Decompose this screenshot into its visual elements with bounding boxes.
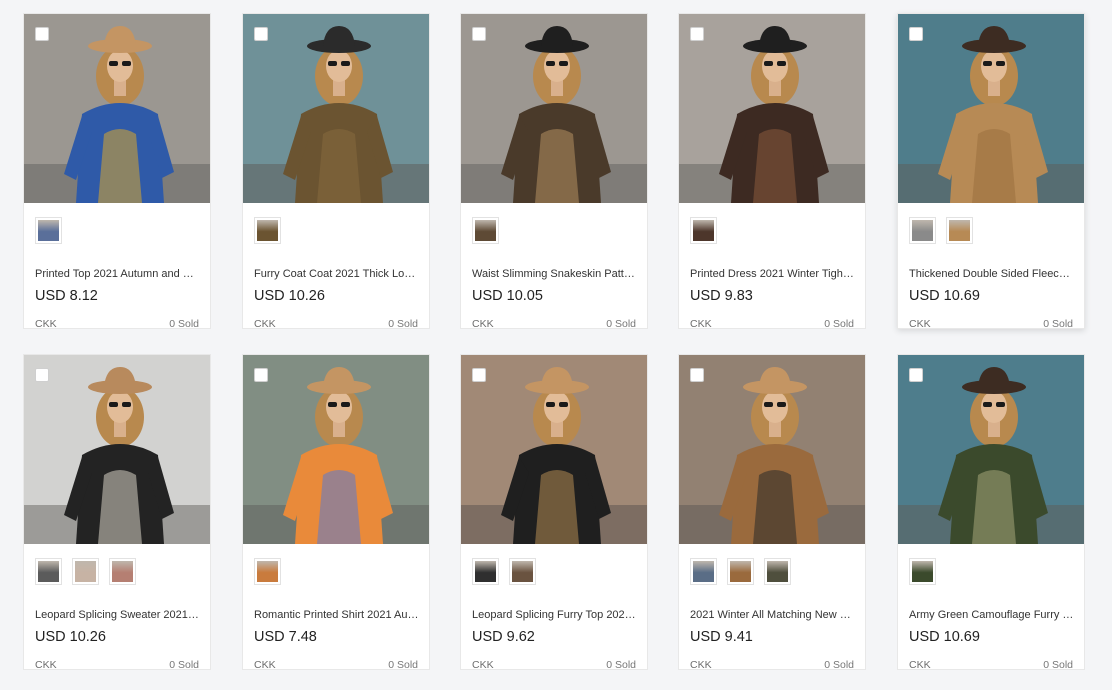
product-title[interactable]: Thickened Double Sided Fleece … [909, 268, 1075, 280]
sold-count: 0 Sold [606, 659, 636, 670]
variant-thumbnails [254, 217, 281, 244]
select-checkbox[interactable] [35, 368, 49, 382]
shop-link[interactable]: CKK [690, 318, 712, 328]
product-price: USD 10.05 [472, 288, 543, 304]
sold-count: 0 Sold [169, 318, 199, 329]
product-title[interactable]: 2021 Winter All Matching New … [690, 609, 856, 621]
variant-thumbnails [909, 558, 936, 585]
select-checkbox[interactable] [35, 27, 49, 41]
product-photo[interactable] [24, 355, 210, 544]
sold-count: 0 Sold [1043, 318, 1073, 329]
product-title[interactable]: Printed Dress 2021 Winter Tight… [690, 268, 856, 280]
sold-count: 0 Sold [388, 659, 418, 670]
product-photo[interactable] [898, 14, 1084, 203]
variant-thumbnails [690, 217, 717, 244]
product-title[interactable]: Waist Slimming Snakeskin Patte… [472, 268, 638, 280]
variant-thumbnail[interactable] [909, 217, 936, 244]
variant-thumbnail[interactable] [35, 217, 62, 244]
variant-thumbnail[interactable] [690, 217, 717, 244]
product-card[interactable]: Thickened Double Sided Fleece … USD 10.69… [897, 13, 1085, 329]
product-card[interactable]: Waist Slimming Snakeskin Patte… USD 10.05… [460, 13, 648, 329]
product-grid: Printed Top 2021 Autumn and … USD 8.12 CKK… [0, 0, 1112, 690]
product-card[interactable]: Army Green Camouflage Furry … USD 10.69 CK… [897, 354, 1085, 670]
variant-thumbnail[interactable] [472, 558, 499, 585]
variant-thumbnails [909, 217, 973, 244]
product-title[interactable]: Leopard Splicing Furry Top 202… [472, 609, 638, 621]
product-card[interactable]: Leopard Splicing Furry Top 202… USD 9.62 C… [460, 354, 648, 670]
variant-thumbnails [690, 558, 791, 585]
select-checkbox[interactable] [254, 27, 268, 41]
select-checkbox[interactable] [472, 27, 486, 41]
shop-link[interactable]: CKK [254, 318, 276, 328]
shop-link[interactable]: CKK [254, 659, 276, 669]
variant-thumbnail[interactable] [472, 217, 499, 244]
product-photo[interactable] [898, 355, 1084, 544]
variant-thumbnail[interactable] [690, 558, 717, 585]
select-checkbox[interactable] [690, 27, 704, 41]
variant-thumbnail[interactable] [254, 217, 281, 244]
product-photo[interactable] [24, 14, 210, 203]
variant-thumbnail[interactable] [72, 558, 99, 585]
shop-link[interactable]: CKK [35, 659, 57, 669]
product-card[interactable]: 2021 Winter All Matching New … USD 9.41 CK… [678, 354, 866, 670]
product-price: USD 9.83 [690, 288, 753, 304]
product-price: USD 10.26 [35, 629, 106, 645]
select-checkbox[interactable] [472, 368, 486, 382]
variant-thumbnails [472, 558, 536, 585]
variant-thumbnail[interactable] [35, 558, 62, 585]
product-photo[interactable] [679, 14, 865, 203]
product-price: USD 9.41 [690, 629, 753, 645]
shop-link[interactable]: CKK [909, 318, 931, 328]
variant-thumbnail[interactable] [727, 558, 754, 585]
product-title[interactable]: Romantic Printed Shirt 2021 Au… [254, 609, 420, 621]
product-price: USD 8.12 [35, 288, 98, 304]
product-card[interactable]: Romantic Printed Shirt 2021 Au… USD 7.48 C… [242, 354, 430, 670]
sold-count: 0 Sold [388, 318, 418, 329]
product-card[interactable]: Printed Dress 2021 Winter Tight… USD 9.83… [678, 13, 866, 329]
shop-link[interactable]: CKK [690, 659, 712, 669]
sold-count: 0 Sold [1043, 659, 1073, 670]
sold-count: 0 Sold [824, 318, 854, 329]
shop-link[interactable]: CKK [472, 659, 494, 669]
product-price: USD 9.62 [472, 629, 535, 645]
sold-count: 0 Sold [824, 659, 854, 670]
variant-thumbnail[interactable] [909, 558, 936, 585]
product-title[interactable]: Printed Top 2021 Autumn and … [35, 268, 201, 280]
shop-link[interactable]: CKK [472, 318, 494, 328]
variant-thumbnail[interactable] [109, 558, 136, 585]
product-title[interactable]: Furry Coat Coat 2021 Thick Loo… [254, 268, 420, 280]
product-photo[interactable] [679, 355, 865, 544]
select-checkbox[interactable] [909, 27, 923, 41]
product-card[interactable]: Leopard Splicing Sweater 2021 … USD 10.26… [23, 354, 211, 670]
variant-thumbnail[interactable] [254, 558, 281, 585]
variant-thumbnails [35, 217, 62, 244]
sold-count: 0 Sold [606, 318, 636, 329]
product-title[interactable]: Leopard Splicing Sweater 2021 … [35, 609, 201, 621]
product-price: USD 10.26 [254, 288, 325, 304]
variant-thumbnails [472, 217, 499, 244]
product-photo[interactable] [243, 14, 429, 203]
select-checkbox[interactable] [909, 368, 923, 382]
variant-thumbnail[interactable] [764, 558, 791, 585]
product-price: USD 7.48 [254, 629, 317, 645]
product-card[interactable]: Furry Coat Coat 2021 Thick Loo… USD 10.26… [242, 13, 430, 329]
select-checkbox[interactable] [690, 368, 704, 382]
shop-link[interactable]: CKK [35, 318, 57, 328]
product-title[interactable]: Army Green Camouflage Furry … [909, 609, 1075, 621]
variant-thumbnails [35, 558, 136, 585]
shop-link[interactable]: CKK [909, 659, 931, 669]
variant-thumbnail[interactable] [946, 217, 973, 244]
select-checkbox[interactable] [254, 368, 268, 382]
product-price: USD 10.69 [909, 629, 980, 645]
product-price: USD 10.69 [909, 288, 980, 304]
product-photo[interactable] [461, 355, 647, 544]
product-photo[interactable] [461, 14, 647, 203]
variant-thumbnails [254, 558, 281, 585]
product-card[interactable]: Printed Top 2021 Autumn and … USD 8.12 CKK… [23, 13, 211, 329]
sold-count: 0 Sold [169, 659, 199, 670]
variant-thumbnail[interactable] [509, 558, 536, 585]
product-photo[interactable] [243, 355, 429, 544]
